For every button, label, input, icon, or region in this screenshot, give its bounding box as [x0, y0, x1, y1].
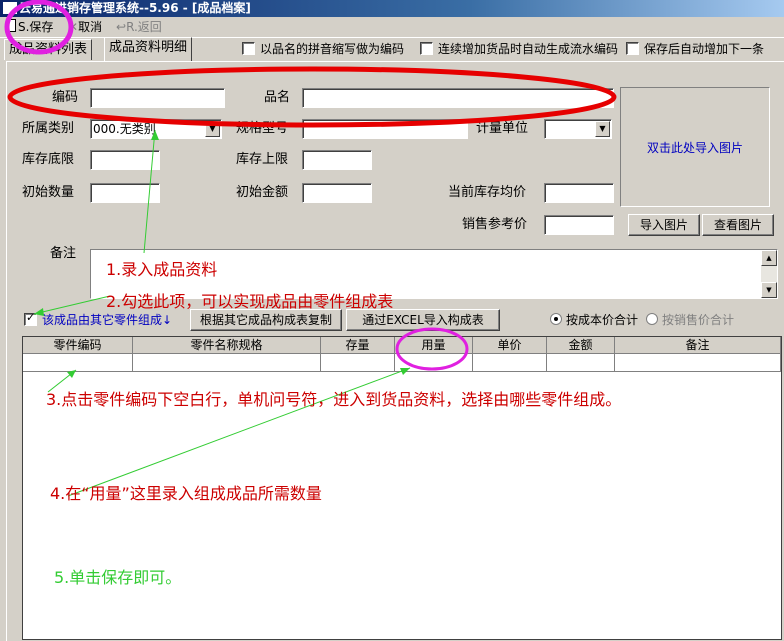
annotation-step-4: 4.在“用量”这里录入组成成品所需数量: [50, 484, 322, 503]
annotation-step-2: 2.勾选此项，可以实现成品由零件组成表: [106, 292, 394, 311]
arrowhead-2: [34, 308, 44, 316]
arrowhead-1: [151, 130, 159, 140]
arrowhead-4: [400, 368, 410, 375]
arrow-line-1: [143, 129, 156, 254]
highlight-circle-quantity: [395, 327, 469, 371]
annotation-step-3: 3.点击零件编码下空白行，单机问号符，进入到货品资料，选择由哪些零件组成。: [46, 390, 622, 409]
highlight-oval-code-name: [7, 66, 617, 128]
tab-product-detail[interactable]: 成品资料明细: [104, 37, 193, 61]
annotation-step-5: 5.单击保存即可。: [54, 568, 182, 587]
arrow-line-2: [33, 295, 111, 315]
annotation-step-1: 1.录入成品资料: [106, 260, 218, 279]
arrowhead-3: [67, 370, 76, 378]
annotation-overlay: [4, 0, 617, 497]
highlight-circle-save: [4, 0, 74, 55]
